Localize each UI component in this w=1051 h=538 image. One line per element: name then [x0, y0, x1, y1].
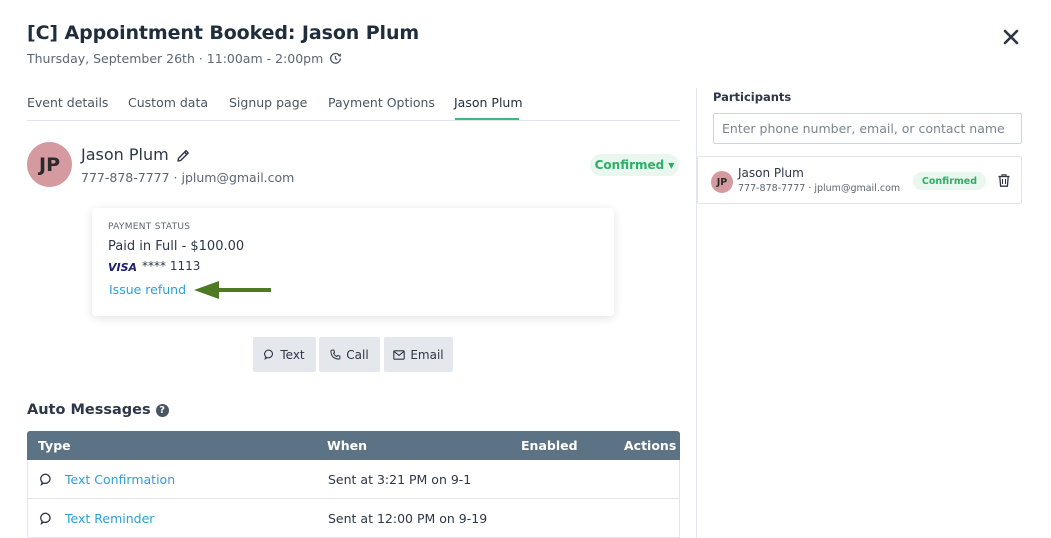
chevron-down-icon: ▼ — [668, 160, 675, 170]
call-button-label: Call — [346, 347, 369, 362]
tab-event-details[interactable]: Event details — [27, 95, 108, 110]
call-button[interactable]: Call — [319, 337, 380, 372]
participant-search-input[interactable] — [713, 113, 1022, 144]
column-when: When — [327, 438, 368, 453]
modal-title: [C] Appointment Booked: Jason Plum — [27, 22, 420, 44]
tab-contact[interactable]: Jason Plum — [454, 95, 523, 110]
tab-custom-data[interactable]: Custom data — [128, 95, 208, 110]
participants-label: Participants — [713, 90, 792, 104]
issue-refund-link[interactable]: Issue refund — [109, 282, 186, 297]
table-header: Type When Enabled Actions — [27, 431, 680, 460]
arrow-left-icon — [194, 281, 271, 299]
status-dropdown[interactable]: Confirmed ▼ — [590, 154, 679, 176]
contact-details: 777-878-7777 · jplum@gmail.com — [81, 170, 295, 185]
trash-icon[interactable] — [997, 173, 1011, 188]
participant-item[interactable]: JP Jason Plum 777-878-7777 · jplum@gmail… — [697, 156, 1022, 204]
message-when: Sent at 12:00 PM on 9-19 — [328, 511, 488, 526]
tab-signup-page[interactable]: Signup page — [229, 95, 307, 110]
table-row: Text Confirmation Sent at 3:21 PM on 9-1 — [27, 460, 680, 499]
phone-icon — [330, 349, 341, 360]
chat-icon — [264, 349, 274, 360]
chat-icon — [40, 512, 51, 525]
message-when: Sent at 3:21 PM on 9-1 — [328, 472, 472, 487]
participant-details: 777-878-7777 · jplum@gmail.com — [738, 183, 901, 194]
auto-messages-table: Type When Enabled Actions Text Confirmat… — [27, 431, 680, 538]
payment-amount: Paid in Full - $100.00 — [108, 239, 245, 254]
avatar: JP — [27, 142, 72, 187]
text-button[interactable]: Text — [253, 337, 316, 372]
column-actions: Actions — [624, 438, 677, 453]
modal-subtitle: Thursday, September 26th · 11:00am - 2:0… — [27, 51, 342, 66]
event-datetime: Thursday, September 26th · 11:00am - 2:0… — [27, 51, 324, 66]
email-button[interactable]: Email — [384, 337, 453, 372]
status-badge: Confirmed — [913, 172, 986, 190]
help-icon[interactable]: ? — [155, 403, 169, 417]
auto-messages-heading: Auto Messages ? — [27, 402, 169, 418]
participant-name: Jason Plum — [738, 166, 804, 180]
status-label: Confirmed — [594, 158, 665, 172]
chat-icon — [40, 473, 51, 486]
table-row: Text Reminder Sent at 12:00 PM on 9-19 — [27, 499, 680, 538]
timezone-icon[interactable] — [329, 52, 342, 65]
payment-status-label: PAYMENT STATUS — [108, 222, 191, 232]
appointment-modal: [C] Appointment Booked: Jason Plum Thurs… — [0, 0, 1051, 538]
payment-card: PAYMENT STATUS Paid in Full - $100.00 VI… — [92, 208, 614, 316]
card-number: **** 1113 — [142, 259, 201, 273]
visa-icon: VISA — [108, 261, 138, 274]
tab-payment-options[interactable]: Payment Options — [328, 95, 435, 110]
column-type: Type — [38, 438, 71, 453]
pencil-icon[interactable] — [175, 148, 191, 164]
close-icon[interactable] — [1000, 26, 1022, 48]
column-enabled: Enabled — [521, 438, 578, 453]
email-button-label: Email — [410, 347, 444, 362]
auto-messages-title: Auto Messages — [27, 402, 151, 418]
avatar: JP — [711, 171, 733, 193]
contact-name: Jason Plum — [81, 145, 169, 164]
text-button-label: Text — [280, 347, 305, 362]
message-type-link[interactable]: Text Confirmation — [65, 472, 175, 487]
active-tab-indicator — [455, 118, 519, 120]
message-type-link[interactable]: Text Reminder — [65, 511, 154, 526]
mail-icon — [393, 349, 406, 360]
tab-bar: Event details Custom data Signup page Pa… — [27, 88, 680, 121]
